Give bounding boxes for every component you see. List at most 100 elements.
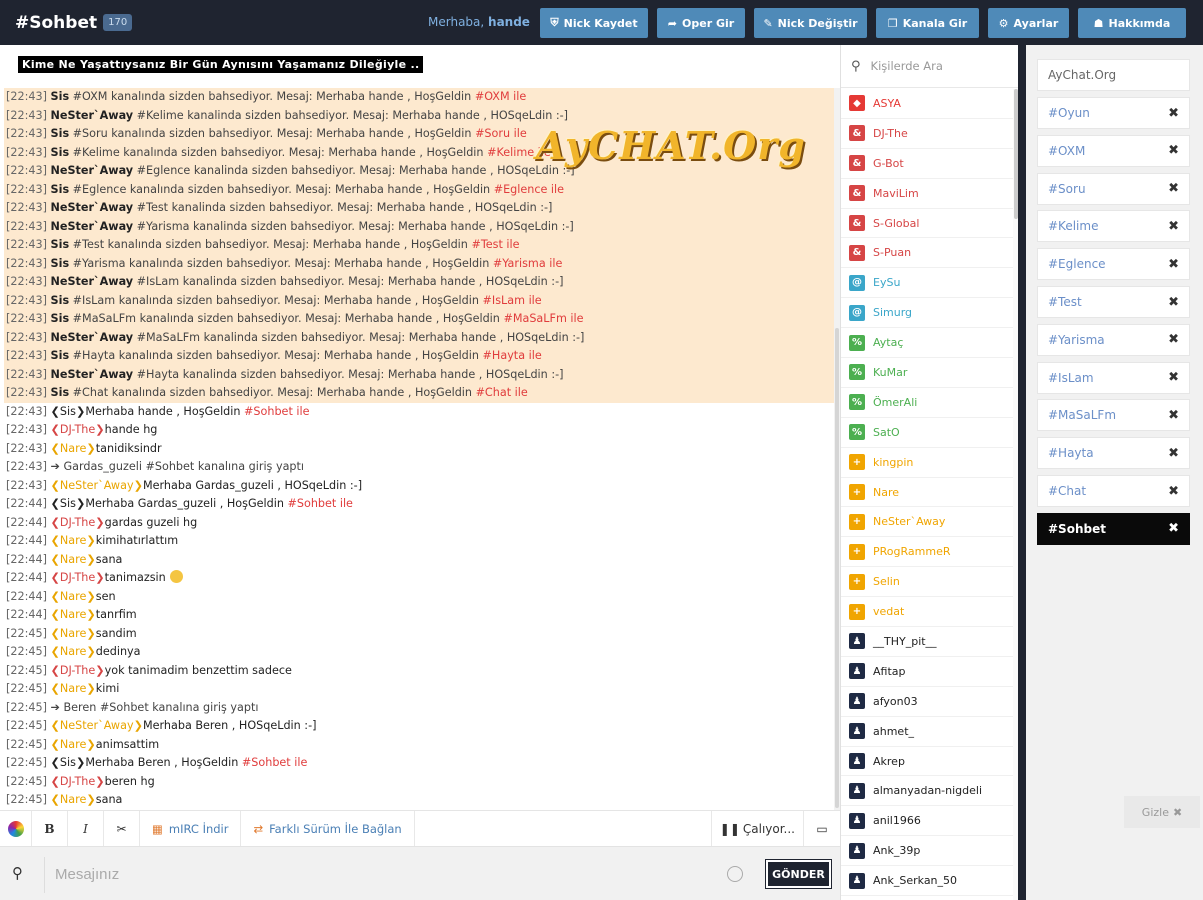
mirc-download-button[interactable]: ▦ mIRC İndir	[140, 810, 242, 847]
emoji-icon[interactable]	[727, 866, 743, 882]
channel-link[interactable]: #Sohbet ile	[244, 405, 309, 418]
user-list-item[interactable]: ♟ Afitap	[841, 657, 1013, 687]
message-speaker[interactable]: Nare	[60, 627, 86, 640]
message-speaker[interactable]: Nare	[60, 645, 86, 658]
oper-login-button[interactable]: ➦ Oper Gir	[657, 8, 745, 38]
channel-link[interactable]: #Hayta ile	[483, 349, 542, 362]
close-icon[interactable]: ✖	[1168, 484, 1179, 499]
message-speaker[interactable]: Nare	[60, 442, 86, 455]
user-list-item[interactable]: + vedat	[841, 597, 1013, 628]
close-icon[interactable]: ✖	[1168, 295, 1179, 310]
user-list-item[interactable]: ♟ anil1966	[841, 806, 1013, 837]
close-icon[interactable]: ✖	[1168, 408, 1179, 423]
server-tab[interactable]: AyChat.Org	[1037, 59, 1190, 91]
message-speaker[interactable]: DJ-The	[60, 571, 95, 584]
message-input[interactable]	[55, 859, 715, 889]
channel-link[interactable]: #Soru ile	[475, 127, 527, 140]
bold-button[interactable]: B	[32, 810, 68, 847]
alt-version-button[interactable]: ⇄ Farklı Sürüm İle Bağlan	[241, 810, 415, 847]
channel-tab[interactable]: #OXM ✖	[1037, 134, 1190, 167]
user-list-item[interactable]: + Selin	[841, 567, 1013, 598]
message-speaker[interactable]: DJ-The	[60, 516, 95, 529]
user-search[interactable]: ⚲ Kişilerde Ara	[841, 45, 1020, 88]
user-list-item[interactable]: ♟ Ank_39p	[841, 836, 1013, 867]
message-speaker[interactable]: Nare	[60, 534, 86, 547]
scrollbar-thumb[interactable]	[835, 328, 839, 808]
user-list-item[interactable]: & S-Puan	[841, 238, 1013, 269]
message-speaker[interactable]: DJ-The	[60, 664, 95, 677]
settings-button[interactable]: ⚙ Ayarlar	[988, 8, 1069, 38]
user-list-item[interactable]: ♟ afyon03	[841, 687, 1013, 717]
message-speaker[interactable]: Sis	[60, 405, 76, 418]
message-speaker[interactable]: Nare	[60, 682, 86, 695]
user-list-item[interactable]: % Aytaç	[841, 328, 1013, 359]
message-speaker[interactable]: Nare	[60, 608, 86, 621]
user-list-item[interactable]: & S-Global	[841, 209, 1013, 239]
user-list-item[interactable]: ♟ ahmet_	[841, 717, 1013, 747]
color-picker-button[interactable]	[0, 810, 32, 847]
search-icon[interactable]: ⚲	[12, 864, 23, 882]
message-speaker[interactable]: Nare	[60, 738, 86, 751]
join-channel-button[interactable]: ❐ Kanala Gir	[876, 8, 979, 38]
user-list-item[interactable]: % ÖmerAli	[841, 388, 1013, 418]
screen-toggle-button[interactable]: ▭	[804, 811, 840, 847]
send-button[interactable]: GÖNDER	[765, 859, 832, 889]
user-list-item[interactable]: ◆ ASYA	[841, 89, 1013, 119]
message-speaker[interactable]: NeSter`Away	[60, 719, 134, 732]
channel-tab[interactable]: #Eglence ✖	[1037, 248, 1190, 281]
italic-button[interactable]: I	[68, 810, 104, 847]
message-speaker[interactable]: DJ-The	[60, 423, 95, 436]
user-list-item[interactable]: ♟ __THY_pit__	[841, 627, 1013, 657]
user-list-item[interactable]: + Nare	[841, 478, 1013, 508]
user-list-item[interactable]: & MaviLim	[841, 179, 1013, 209]
channel-tab[interactable]: #Sohbet ✖	[1037, 512, 1190, 545]
clear-format-button[interactable]: ✂	[104, 810, 140, 847]
message-speaker[interactable]: Nare	[60, 793, 86, 806]
user-list-item[interactable]: % KuMar	[841, 358, 1013, 388]
channel-link[interactable]: #Yarisma ile	[493, 257, 562, 270]
channel-tab[interactable]: #Hayta ✖	[1037, 437, 1190, 470]
user-list-item[interactable]: @ Simurg	[841, 298, 1013, 329]
close-icon[interactable]: ✖	[1168, 446, 1179, 461]
close-icon[interactable]: ✖	[1168, 521, 1179, 536]
message-speaker[interactable]: Nare	[60, 553, 86, 566]
channel-tab[interactable]: #Oyun ✖	[1037, 97, 1190, 129]
close-icon[interactable]: ✖	[1168, 257, 1179, 272]
close-icon[interactable]: ✖	[1168, 106, 1179, 121]
user-list-item[interactable]: ♟ Akrep	[841, 747, 1013, 777]
channel-tab[interactable]: #Test ✖	[1037, 286, 1190, 318]
radio-player[interactable]: ❚❚ Çalıyor...	[710, 810, 804, 847]
user-list-item[interactable]: + PRogRammeR	[841, 537, 1013, 568]
close-icon[interactable]: ✖	[1168, 181, 1179, 196]
message-speaker[interactable]: Sis	[60, 497, 76, 510]
message-speaker[interactable]: Sis	[60, 756, 76, 769]
channel-link[interactable]: #Sohbet ile	[242, 756, 307, 769]
channel-link[interactable]: #OXM ile	[475, 90, 526, 103]
user-list-item[interactable]: & G-Bot	[841, 149, 1013, 179]
user-list-item[interactable]: @ EySu	[841, 268, 1013, 299]
user-list-item[interactable]: + NeSter`Away	[841, 507, 1013, 538]
hide-button[interactable]: Gizle ✖	[1124, 796, 1200, 828]
channel-link[interactable]: #Eglence ile	[494, 183, 564, 196]
user-list-item[interactable]: % SatO	[841, 418, 1013, 448]
close-icon[interactable]: ✖	[1168, 370, 1179, 385]
close-icon[interactable]: ✖	[1168, 143, 1179, 158]
about-button[interactable]: ☗ Hakkımda	[1078, 8, 1186, 38]
close-icon[interactable]: ✖	[1168, 219, 1179, 234]
message-speaker[interactable]: NeSter`Away	[60, 479, 134, 492]
channel-link[interactable]: #Sohbet ile	[288, 497, 353, 510]
channel-tab[interactable]: #IsLam ✖	[1037, 361, 1190, 394]
channel-tab[interactable]: #Chat ✖	[1037, 475, 1190, 507]
message-speaker[interactable]: Nare	[60, 590, 86, 603]
channel-tab[interactable]: #Kelime ✖	[1037, 210, 1190, 243]
channel-link[interactable]: #Chat ile	[476, 386, 528, 399]
channel-link[interactable]: #IsLam ile	[483, 294, 542, 307]
user-list-item[interactable]: ♟ almanyadan-nigdeli	[841, 776, 1013, 807]
channel-tab[interactable]: #MaSaLFm ✖	[1037, 399, 1190, 432]
message-log[interactable]: [22:43] Sis #OXM kanalında sizden bahsed…	[4, 88, 834, 810]
message-speaker[interactable]: DJ-The	[60, 775, 95, 788]
user-list-item[interactable]: ♟ Ank_Serkan_50	[841, 866, 1013, 897]
channel-tab[interactable]: #Soru ✖	[1037, 172, 1190, 205]
user-search-input[interactable]: Kişilerde Ara	[871, 59, 943, 73]
nick-register-button[interactable]: ⛨ Nick Kaydet	[540, 8, 648, 38]
